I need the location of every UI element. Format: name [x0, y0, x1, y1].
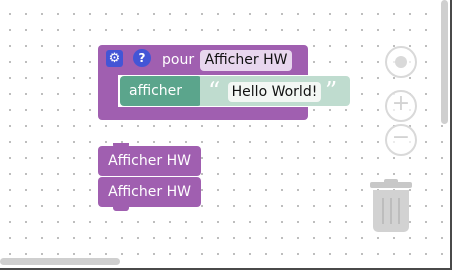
- horizontal-scrollbar[interactable]: [0, 258, 120, 265]
- blockly-workspace[interactable]: ⚙ ? pour Afficher HW afficher “ Hello Wo…: [0, 0, 452, 270]
- open-quote-icon: “: [208, 77, 221, 105]
- procedure-definition-bottom: [98, 107, 308, 120]
- print-label: afficher: [129, 83, 183, 99]
- zoom-out-icon: −: [391, 125, 411, 150]
- gear-icon[interactable]: ⚙: [106, 50, 123, 67]
- vertical-scrollbar[interactable]: [441, 0, 448, 124]
- procedure-call-block[interactable]: Afficher HW: [98, 146, 201, 176]
- trash-stripe: [390, 198, 392, 224]
- trash-stripe: [398, 198, 400, 224]
- procedure-definition-arm: [98, 75, 118, 109]
- recenter-icon: [395, 56, 407, 68]
- procedure-call-block[interactable]: Afficher HW: [98, 177, 201, 207]
- close-quote-icon: ”: [325, 77, 338, 105]
- trash-lid[interactable]: [370, 182, 412, 188]
- block-notch: [113, 206, 129, 211]
- trash-stripe: [382, 198, 384, 224]
- help-icon[interactable]: ?: [133, 49, 151, 67]
- procedure-keyword: pour: [162, 52, 195, 68]
- procedure-name-field[interactable]: Afficher HW: [200, 50, 292, 71]
- zoom-in-icon: +: [391, 91, 411, 116]
- string-value-field[interactable]: Hello World!: [228, 82, 321, 102]
